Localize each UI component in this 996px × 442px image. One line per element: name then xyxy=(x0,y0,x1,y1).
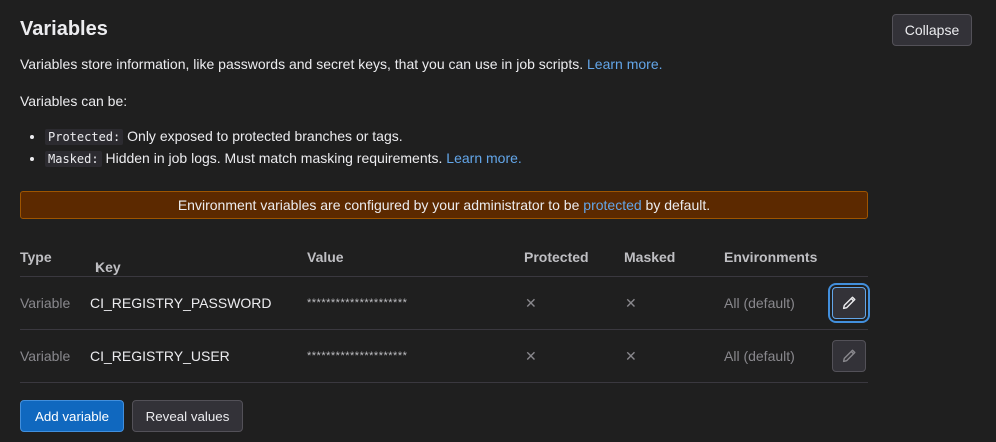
protected-close-icon: ✕ xyxy=(525,295,537,311)
masked-description: Hidden in job logs. Must match masking r… xyxy=(105,150,443,166)
page-title: Variables xyxy=(20,18,108,40)
masked-close-icon: ✕ xyxy=(625,348,637,364)
variables-table: Type ↑ Key Value Protected Masked Environ… xyxy=(20,239,868,383)
row-environment: All (default) xyxy=(724,295,795,311)
intro-description: Variables store information, like passwo… xyxy=(20,56,663,72)
masked-close-icon: ✕ xyxy=(625,295,637,311)
alert-text-after: by default. xyxy=(645,197,711,213)
variables-can-be-label: Variables can be: xyxy=(20,93,128,109)
collapse-button[interactable]: Collapse xyxy=(892,14,972,46)
pencil-icon xyxy=(842,296,856,310)
column-header-masked: Masked xyxy=(624,249,676,265)
add-variable-button[interactable]: Add variable xyxy=(20,400,124,432)
pencil-icon xyxy=(842,349,856,363)
reveal-values-button[interactable]: Reveal values xyxy=(132,400,243,432)
column-header-protected: Protected xyxy=(524,249,589,265)
edit-variable-button[interactable] xyxy=(832,340,866,372)
masked-code: Masked: xyxy=(45,151,102,167)
edit-variable-button[interactable] xyxy=(832,287,866,319)
column-header-environments: Environments xyxy=(724,249,818,265)
row-environment: All (default) xyxy=(724,348,795,364)
masking-learn-more-link[interactable]: Learn more. xyxy=(446,150,521,166)
row-type: Variable xyxy=(20,295,71,311)
row-value: ********************* xyxy=(307,350,408,362)
row-value: ********************* xyxy=(307,297,408,309)
intro-text: Variables store information, like passwo… xyxy=(20,56,584,72)
row-type: Variable xyxy=(20,348,71,364)
protected-description: Only exposed to protected branches or ta… xyxy=(127,128,403,144)
table-row: Variable CI_REGISTRY_USER **************… xyxy=(20,330,868,383)
protected-default-alert: Environment variables are configured by … xyxy=(20,191,868,219)
row-key: CI_REGISTRY_USER xyxy=(90,348,230,364)
column-header-type: Type xyxy=(20,249,52,265)
column-header-key-label: Key xyxy=(95,259,121,275)
list-item-protected: Protected: Only exposed to protected bra… xyxy=(45,128,522,145)
protected-close-icon: ✕ xyxy=(525,348,537,364)
protected-code: Protected: xyxy=(45,129,124,145)
learn-more-link[interactable]: Learn more. xyxy=(587,56,662,72)
column-header-value: Value xyxy=(307,249,344,265)
alert-protected-link[interactable]: protected xyxy=(583,197,641,213)
table-header: Type ↑ Key Value Protected Masked Environ… xyxy=(20,239,868,277)
alert-text-before: Environment variables are configured by … xyxy=(177,197,580,213)
variable-options-list: Protected: Only exposed to protected bra… xyxy=(45,128,522,172)
table-row: Variable CI_REGISTRY_PASSWORD **********… xyxy=(20,277,868,330)
row-key: CI_REGISTRY_PASSWORD xyxy=(90,295,272,311)
list-item-masked: Masked: Hidden in job logs. Must match m… xyxy=(45,150,522,167)
